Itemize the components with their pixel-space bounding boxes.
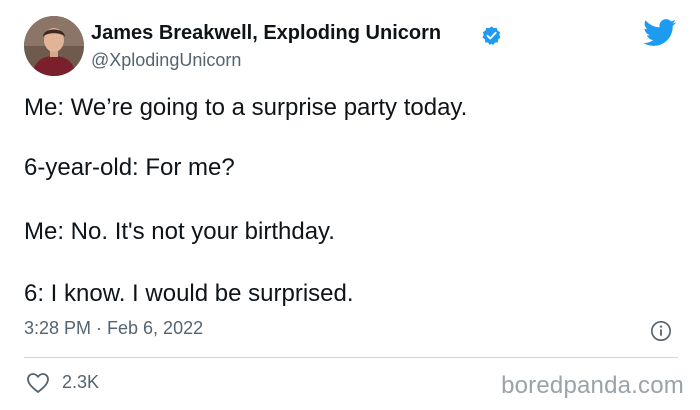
twitter-bird-icon[interactable]: [643, 19, 677, 47]
like-count[interactable]: 2.3K: [62, 372, 99, 393]
tweet-text-line: Me: No. It's not your birthday.: [24, 218, 335, 245]
tweet-text-line: Me: We’re going to a surprise party toda…: [24, 94, 468, 121]
author-name[interactable]: James Breakwell, Exploding Unicorn: [91, 22, 441, 45]
tweet-text-line: 6-year-old: For me?: [24, 154, 235, 181]
heart-icon[interactable]: [26, 372, 50, 394]
avatar[interactable]: [24, 16, 84, 76]
info-icon[interactable]: [650, 320, 672, 342]
verified-badge-icon: [482, 26, 501, 46]
watermark: boredpanda.com: [501, 372, 684, 399]
tweet-timestamp[interactable]: 3:28 PM · Feb 6, 2022: [24, 318, 203, 339]
author-handle[interactable]: @XplodingUnicorn: [91, 50, 241, 71]
tweet-card: James Breakwell, Exploding Unicorn @Xplo…: [0, 0, 700, 410]
tweet-text-line: 6: I know. I would be surprised.: [24, 280, 354, 307]
divider: [24, 357, 678, 358]
avatar-image: [24, 16, 84, 76]
